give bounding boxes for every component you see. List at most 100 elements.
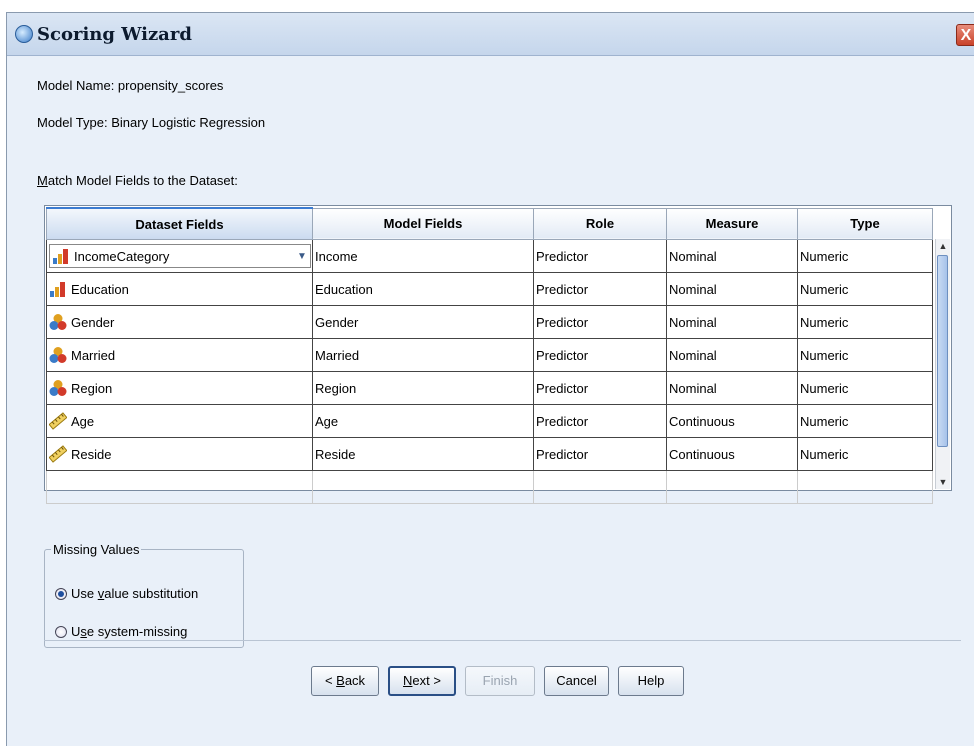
back-label-part: ack — [344, 673, 366, 688]
role-cell: Predictor — [533, 371, 667, 405]
scoring-wizard-window: Scoring Wizard X Model Name: propensity_… — [6, 12, 974, 746]
dataset-field-cell[interactable]: Married — [46, 338, 313, 372]
table-row-empty — [46, 470, 933, 504]
measure-cell: Nominal — [666, 305, 798, 339]
role-cell: Predictor — [533, 338, 667, 372]
dataset-field-cell[interactable]: Gender — [46, 305, 313, 339]
radio-label-part: Use — [71, 586, 98, 601]
role-cell: Predictor — [533, 239, 667, 273]
chevron-down-icon[interactable]: ▼ — [294, 245, 310, 267]
measure-cell: Continuous — [666, 404, 798, 438]
next-label-part: ext > — [412, 673, 441, 688]
model-field-cell: Region — [312, 371, 534, 405]
globe-icon — [15, 25, 33, 43]
field-mapping-grid[interactable]: Dataset Fields Model Fields Role Measure… — [44, 205, 952, 504]
radio-label-part: e system-missing — [86, 624, 188, 639]
type-cell: Numeric — [797, 305, 933, 339]
table-row[interactable]: Education Education Predictor Nominal Numeri… — [46, 272, 933, 306]
model-field-cell: Education — [312, 272, 534, 306]
radio-selected-icon[interactable] — [55, 587, 67, 600]
dataset-field-value: Gender — [71, 314, 115, 330]
missing-values-legend: Missing Values — [53, 542, 140, 557]
match-fields-label: Match Model Fields to the Dataset: — [37, 173, 238, 188]
role-cell: Predictor — [533, 437, 667, 471]
header-measure[interactable]: Measure — [666, 207, 798, 240]
model-field-cell: Gender — [312, 305, 534, 339]
empty-cell — [46, 470, 313, 504]
empty-cell — [666, 470, 798, 504]
use-value-substitution-radio[interactable]: Use value substitution — [55, 586, 198, 601]
scroll-thumb[interactable] — [937, 255, 948, 447]
next-button[interactable]: Next > — [388, 666, 456, 696]
scale-ruler-icon — [49, 445, 67, 463]
empty-cell — [533, 470, 667, 504]
finish-button: Finish — [465, 666, 535, 696]
table-row[interactable]: IncomeCategory ▼ Income Predictor Nominal Num… — [46, 239, 933, 273]
nominal-circles-icon — [49, 379, 67, 397]
model-field-cell: Reside — [312, 437, 534, 471]
ordinal-bar-icon — [52, 247, 70, 265]
measure-cell: Nominal — [666, 239, 798, 273]
back-label-part: < — [324, 673, 337, 688]
back-label-mnemonic: B — [336, 673, 345, 688]
dataset-field-value: Region — [71, 380, 113, 396]
empty-cell — [797, 470, 933, 504]
radio-label-part: alue substitution — [104, 586, 199, 601]
help-button[interactable]: Help — [618, 666, 684, 696]
missing-values-group: Missing Values Use value substitution Us… — [44, 542, 244, 648]
type-cell: Numeric — [797, 371, 933, 405]
header-type[interactable]: Type — [797, 207, 933, 240]
wizard-body: Model Name: propensity_scores Model Type… — [7, 56, 974, 746]
table-row[interactable]: Married Married Predictor Nominal Numeric — [46, 338, 933, 372]
close-button[interactable]: X — [956, 24, 974, 46]
table-row[interactable]: Gender Gender Predictor Nominal Numeric — [46, 305, 933, 339]
role-cell: Predictor — [533, 404, 667, 438]
match-fields-mnemonic: M — [37, 173, 48, 188]
measure-cell: Continuous — [666, 437, 798, 471]
nominal-circles-icon — [49, 346, 67, 364]
header-role[interactable]: Role — [533, 207, 667, 240]
dataset-field-cell[interactable]: Education — [46, 272, 313, 306]
grid-header-row: Dataset Fields Model Fields Role Measure… — [46, 207, 933, 240]
dataset-field-value: Reside — [71, 446, 112, 462]
dataset-field-cell[interactable]: Reside — [46, 437, 313, 471]
table-row[interactable]: Age Age Predictor Continuous Numeric — [46, 404, 933, 438]
type-cell: Numeric — [797, 338, 933, 372]
dataset-field-dropdown[interactable]: IncomeCategory ▼ — [49, 244, 311, 268]
dataset-field-value: Married — [71, 347, 116, 363]
scroll-down-icon[interactable]: ▼ — [936, 475, 950, 489]
scroll-up-icon[interactable]: ▲ — [936, 239, 950, 253]
ordinal-bar-icon — [49, 280, 67, 298]
table-row[interactable]: Region Region Predictor Nominal Numeric — [46, 371, 933, 405]
use-system-missing-radio[interactable]: Use system-missing — [55, 624, 187, 639]
type-cell: Numeric — [797, 437, 933, 471]
radio-label-part: U — [71, 624, 81, 639]
match-fields-text: atch Model Fields to the Dataset: — [47, 173, 238, 188]
header-model-fields[interactable]: Model Fields — [312, 207, 534, 240]
cancel-button[interactable]: Cancel — [544, 666, 609, 696]
table-row[interactable]: Reside Reside Predictor Continuous Numeric — [46, 437, 933, 471]
type-cell: Numeric — [797, 239, 933, 273]
dataset-field-cell[interactable]: Age — [46, 404, 313, 438]
grid-body: IncomeCategory ▼ Income Predictor Nominal Num… — [46, 239, 933, 504]
type-cell: Numeric — [797, 404, 933, 438]
nominal-circles-icon — [49, 313, 67, 331]
dataset-field-value: Education — [71, 281, 129, 297]
dataset-field-cell[interactable]: IncomeCategory ▼ — [46, 239, 313, 273]
model-name-label: Model Name: propensity_scores — [37, 78, 224, 93]
window-title: Scoring Wizard — [37, 24, 192, 45]
measure-cell: Nominal — [666, 338, 798, 372]
model-field-cell: Married — [312, 338, 534, 372]
role-cell: Predictor — [533, 272, 667, 306]
model-field-cell: Income — [312, 239, 534, 273]
dataset-field-cell[interactable]: Region — [46, 371, 313, 405]
field-mapping-table: Dataset Fields Model Fields Role Measure… — [46, 207, 933, 504]
back-button[interactable]: < Back — [311, 666, 379, 696]
radio-unselected-icon[interactable] — [55, 625, 67, 638]
type-cell: Numeric — [797, 272, 933, 306]
header-dataset-fields[interactable]: Dataset Fields — [46, 207, 313, 240]
dataset-field-value: Age — [71, 413, 95, 429]
use-system-missing-label: Use system-missing — [71, 624, 187, 639]
title-bar[interactable]: Scoring Wizard X — [7, 13, 974, 56]
grid-vertical-scrollbar[interactable]: ▲ ▼ — [935, 239, 950, 489]
